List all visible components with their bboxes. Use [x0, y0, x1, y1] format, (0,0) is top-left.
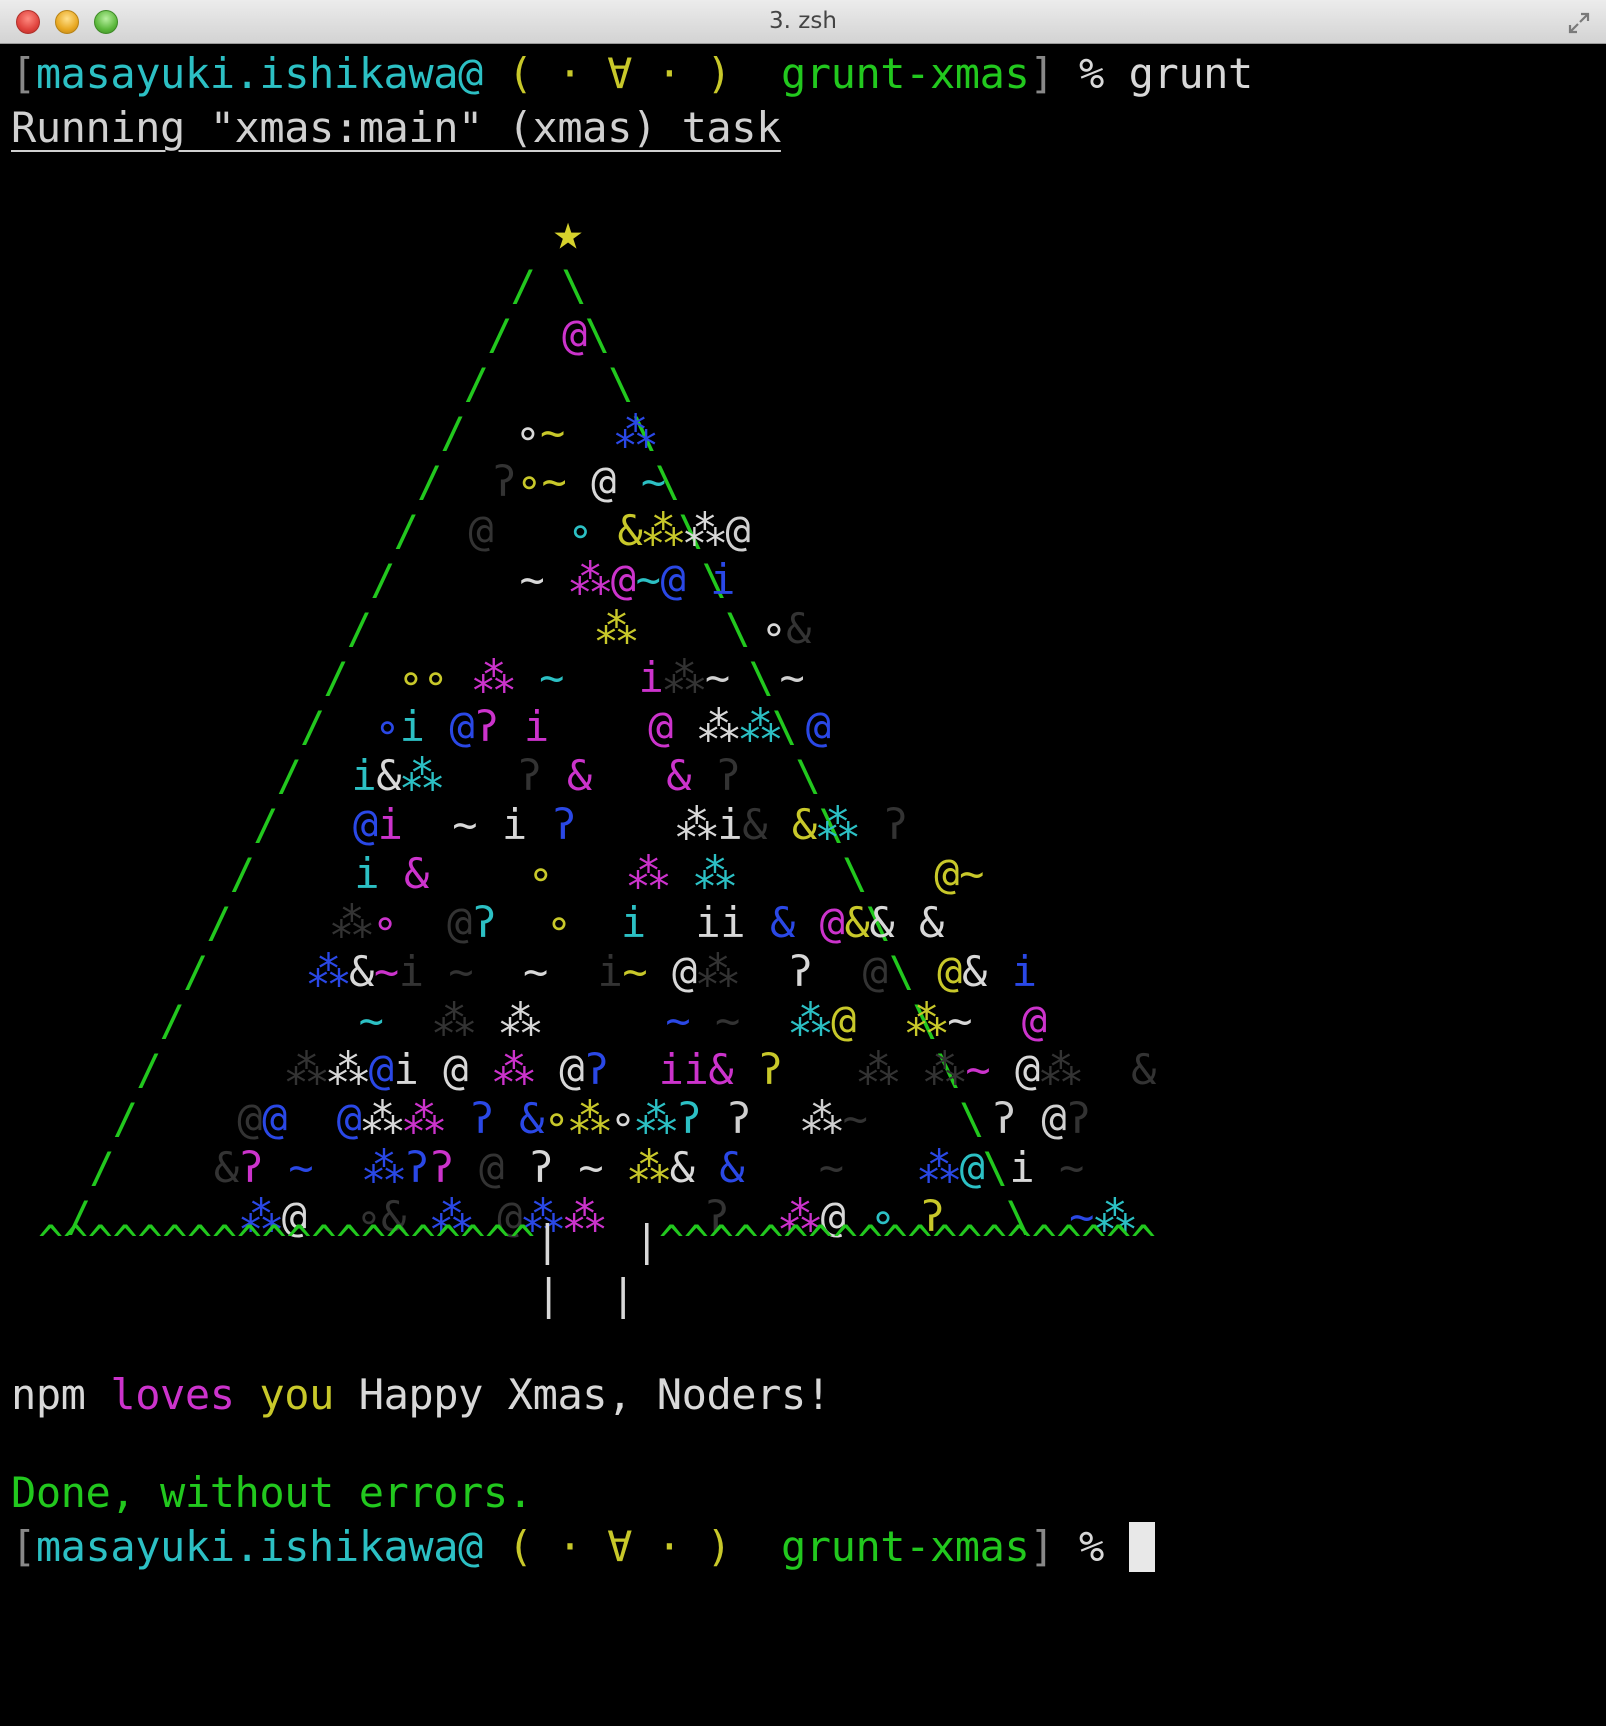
- tree-edge-left: /: [487, 310, 513, 359]
- tree-edge-left: /: [136, 1045, 162, 1094]
- tree-ornaments: ∘i @ʔ i @ ⁂⁂ @: [374, 702, 831, 751]
- tree-edge-left: /: [253, 800, 279, 849]
- tree-ornaments: ʔ∘~ @ ~: [491, 457, 666, 506]
- tree-edge-left: /: [346, 604, 372, 653]
- tree-ornaments: i&⁂ ʔ & & ʔ: [351, 751, 741, 800]
- tree-edge-left: /: [463, 359, 489, 408]
- tree-ornaments: @@ @⁂⁂ ʔ &∘⁂∘⁂ʔ ʔ ⁂~ ʔ @ʔ: [237, 1094, 1092, 1143]
- window-title: 3. zsh: [769, 8, 837, 34]
- tree-ornaments: ∘~ ⁂: [515, 408, 657, 457]
- tree-edge-left: /: [323, 653, 349, 702]
- done-line: Done, without errors.: [11, 1468, 533, 1517]
- tree-edge-left: /: [159, 996, 185, 1045]
- window-titlebar: 3. zsh: [0, 0, 1606, 44]
- task-heading: Running "xmas:main" (xmas) task: [11, 103, 781, 152]
- tree-ornaments: ∘∘ ⁂ ~ i⁂~ ~: [398, 653, 805, 702]
- tree-ornaments: ~ ⁂@~@ i: [519, 555, 736, 604]
- tree-base: ^^^^^^^^^^^^^^^^^^^^| |^^^^^^^^^^^^^^^^^…: [38, 1216, 1156, 1265]
- tree-ornaments: ⁂&~i ~ ~ i~ @⁂ ʔ @ @& i: [307, 947, 1037, 996]
- tree-edge-right: \: [561, 261, 587, 310]
- tree-edge-left: /: [112, 1094, 138, 1143]
- tree-edge-left: /: [183, 947, 208, 996]
- tree-edge-left: /: [440, 408, 466, 457]
- tree-edge-left: /: [206, 898, 232, 947]
- tree-ornaments: @ ∘ &⁂⁂@: [468, 506, 751, 555]
- text-cursor: [1128, 1522, 1155, 1572]
- tree-ornaments: ⁂⁂@i @ ⁂ @ʔ ii& ʔ ⁂ ⁂~ @⁂ &: [285, 1045, 1157, 1094]
- tree-edge-left: /: [89, 1143, 115, 1192]
- tree-star: ★: [553, 203, 583, 261]
- tree-edge-left: /: [393, 506, 419, 555]
- tree-ornaments: @: [561, 310, 587, 359]
- tree-edge-right: \: [608, 359, 634, 408]
- prompt-line: [masayuki.ishikawa@ ( · ∀ · ) grunt-xmas…: [11, 49, 1253, 98]
- tree-edge-left: /: [229, 849, 255, 898]
- tree-trunk: | |: [536, 1270, 636, 1319]
- tree-ornaments: ~ ⁂ ⁂ ~ ~ ⁂@ ⁂~ @: [358, 996, 1047, 1045]
- tree-edge-left: /: [510, 261, 536, 310]
- tree-ornaments: @i ~ i ʔ ⁂i& &⁂ ʔ: [352, 800, 909, 849]
- tree-edge-left: /: [370, 555, 396, 604]
- tree-edge-left: /: [300, 702, 325, 751]
- tree-ornaments: ⁂∘ @ʔ ∘ i ii & @&& &: [330, 898, 944, 947]
- terminal-output[interactable]: [masayuki.ishikawa@ ( · ∀ · ) grunt-xmas…: [0, 44, 1606, 1726]
- tree-ornaments: ⁂ ∘&: [595, 604, 811, 653]
- tree-ornaments: &ʔ ~ ⁂ʔʔ @ ʔ ~ ⁂& & ~ ⁂@ i ~: [213, 1143, 1084, 1192]
- tree-edge-left: /: [276, 751, 302, 800]
- fullscreen-icon[interactable]: [1566, 10, 1592, 36]
- message-line: npm loves you Happy Xmas, Noders!: [11, 1370, 831, 1419]
- tree-edge-left: /: [417, 457, 442, 506]
- prompt-line-current: [masayuki.ishikawa@ ( · ∀ · ) grunt-xmas…: [11, 1520, 1155, 1574]
- tree-ornaments: i & ∘ ⁂ ⁂ @~: [354, 849, 984, 898]
